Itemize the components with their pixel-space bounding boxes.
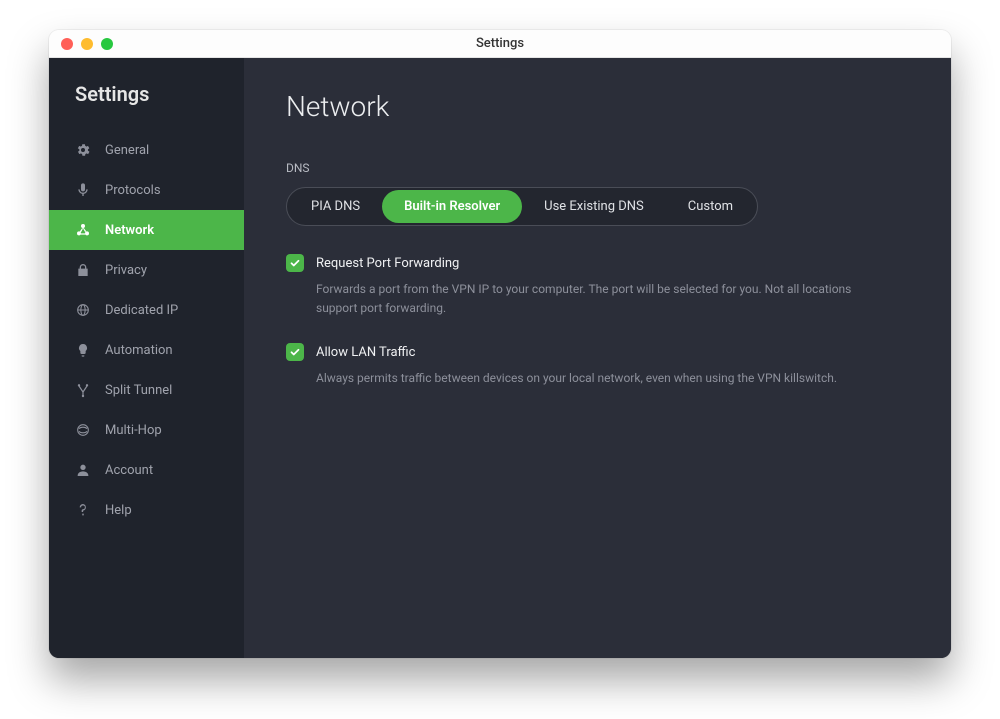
sidebar-title: Settings <box>49 82 244 130</box>
question-icon <box>75 502 91 518</box>
setting-lan-traffic: Allow LAN Traffic Always permits traffic… <box>286 343 909 388</box>
lan-traffic-label: Allow LAN Traffic <box>316 345 415 360</box>
close-icon[interactable] <box>61 38 73 50</box>
dns-option-custom[interactable]: Custom <box>666 190 755 223</box>
sidebar-item-automation[interactable]: Automation <box>49 330 244 370</box>
page-title: Network <box>286 90 909 123</box>
port-forwarding-label: Request Port Forwarding <box>316 256 459 271</box>
window-title: Settings <box>49 36 951 51</box>
zoom-icon[interactable] <box>101 38 113 50</box>
sidebar-item-label: Dedicated IP <box>105 303 178 318</box>
check-icon <box>289 346 301 358</box>
titlebar: Settings <box>49 30 951 58</box>
sidebar-item-account[interactable]: Account <box>49 450 244 490</box>
app-body: Settings General Protocols <box>49 58 951 658</box>
sidebar: Settings General Protocols <box>49 58 244 658</box>
check-icon <box>289 257 301 269</box>
dns-segmented-control: PIA DNS Built-in Resolver Use Existing D… <box>286 187 758 226</box>
dns-label: DNS <box>286 161 909 175</box>
sidebar-item-label: Multi-Hop <box>105 423 162 438</box>
port-forwarding-checkbox[interactable] <box>286 254 304 272</box>
lan-traffic-checkbox[interactable] <box>286 343 304 361</box>
sidebar-item-protocols[interactable]: Protocols <box>49 170 244 210</box>
network-icon <box>75 222 91 238</box>
globe-ip-icon <box>75 302 91 318</box>
sidebar-item-label: Account <box>105 463 153 478</box>
sidebar-item-general[interactable]: General <box>49 130 244 170</box>
sidebar-item-label: Privacy <box>105 263 147 278</box>
setting-port-forwarding: Request Port Forwarding Forwards a port … <box>286 254 909 317</box>
sidebar-item-label: Automation <box>105 343 173 358</box>
content-area: Network DNS PIA DNS Built-in Resolver Us… <box>244 58 951 658</box>
sidebar-item-multi-hop[interactable]: Multi-Hop <box>49 410 244 450</box>
sidebar-item-label: General <box>105 143 149 158</box>
dns-option-use-existing[interactable]: Use Existing DNS <box>522 190 666 223</box>
port-forwarding-description: Forwards a port from the VPN IP to your … <box>286 280 866 317</box>
sidebar-item-label: Network <box>105 223 154 238</box>
traffic-lights <box>61 38 113 50</box>
dns-option-built-in-resolver[interactable]: Built-in Resolver <box>382 190 522 223</box>
sidebar-item-network[interactable]: Network <box>49 210 244 250</box>
minimize-icon[interactable] <box>81 38 93 50</box>
lock-icon <box>75 262 91 278</box>
gear-icon <box>75 142 91 158</box>
sidebar-item-privacy[interactable]: Privacy <box>49 250 244 290</box>
sidebar-item-label: Protocols <box>105 183 161 198</box>
dns-option-pia[interactable]: PIA DNS <box>289 190 382 223</box>
settings-window: Settings Settings General Protocols <box>49 30 951 658</box>
fork-icon <box>75 382 91 398</box>
sidebar-item-split-tunnel[interactable]: Split Tunnel <box>49 370 244 410</box>
lan-traffic-description: Always permits traffic between devices o… <box>286 369 866 388</box>
nav: General Protocols Network <box>49 130 244 530</box>
sidebar-item-label: Help <box>105 503 132 518</box>
user-icon <box>75 462 91 478</box>
sidebar-item-dedicated-ip[interactable]: Dedicated IP <box>49 290 244 330</box>
sidebar-item-label: Split Tunnel <box>105 383 172 398</box>
bulb-icon <box>75 342 91 358</box>
multihop-icon <box>75 422 91 438</box>
sidebar-item-help[interactable]: Help <box>49 490 244 530</box>
mic-icon <box>75 182 91 198</box>
